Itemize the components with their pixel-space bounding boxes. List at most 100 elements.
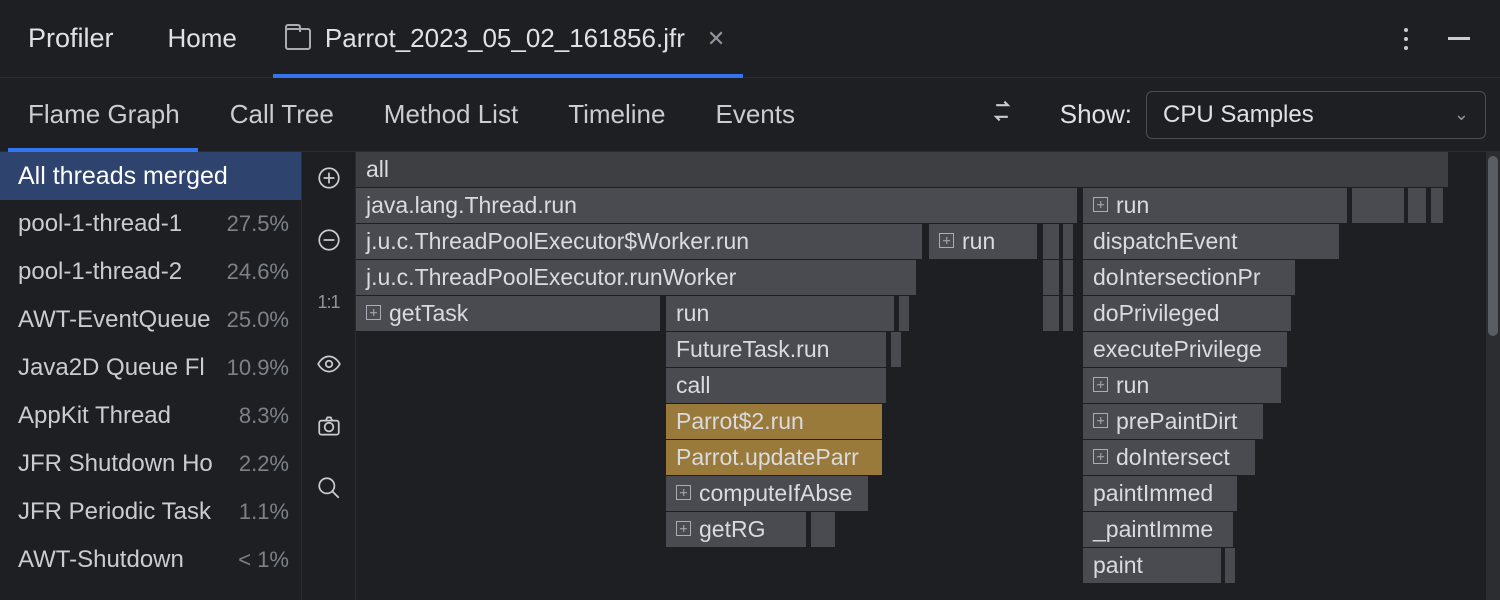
flame-frame[interactable]: doPrivileged	[1083, 296, 1293, 331]
expand-plus-icon	[1093, 377, 1108, 392]
flame-frame[interactable]: Parrot.updateParr	[666, 440, 884, 475]
flame-frame[interactable]	[1063, 296, 1075, 331]
flame-frame[interactable]: paint	[1083, 548, 1223, 583]
thread-percent: 27.5%	[227, 211, 289, 237]
flame-frame[interactable]: run	[1083, 188, 1349, 223]
subtab-timeline[interactable]: Timeline	[568, 78, 665, 151]
thread-row[interactable]: AWT-EventQueue 25.0%	[0, 296, 301, 344]
thread-name: AWT-EventQueue	[18, 306, 211, 334]
flame-frame[interactable]: prePaintDirt	[1083, 404, 1265, 439]
thread-name: All threads merged	[18, 162, 228, 191]
thread-row[interactable]: pool-1-thread-224.6%	[0, 248, 301, 296]
flame-frame-label: Parrot.updateParr	[676, 444, 859, 470]
scrollbar-thumb[interactable]	[1488, 156, 1498, 336]
flame-frame-label: dispatchEvent	[1093, 228, 1237, 254]
thread-name: Java2D Queue Fl	[18, 354, 205, 382]
thread-row[interactable]: Java2D Queue Fl10.9%	[0, 344, 301, 392]
subtab-events[interactable]: Events	[715, 78, 795, 151]
thread-row[interactable]: AppKit Thread8.3%	[0, 392, 301, 440]
show-dropdown-value: CPU Samples	[1163, 101, 1314, 129]
flame-frame[interactable]: Parrot$2.run	[666, 404, 884, 439]
minimize-button[interactable]	[1448, 37, 1470, 40]
collapse-icon[interactable]	[313, 224, 345, 256]
flame-frame[interactable]: j.u.c.ThreadPoolExecutor$Worker.run	[356, 224, 924, 259]
eye-icon[interactable]	[313, 348, 345, 380]
flame-frame[interactable]	[899, 296, 911, 331]
thread-row[interactable]: JFR Shutdown Ho2.2%	[0, 440, 301, 488]
flame-frame[interactable]: getTask	[356, 296, 662, 331]
flame-frame-label: run	[962, 228, 995, 254]
flame-frame[interactable]: doIntersectionPr	[1083, 260, 1297, 295]
flame-frame[interactable]: _paintImme	[1083, 512, 1235, 547]
flame-frame[interactable]	[1352, 188, 1406, 223]
more-menu-icon[interactable]	[1392, 28, 1420, 50]
flame-frame-label: doIntersect	[1116, 444, 1230, 470]
flame-frame[interactable]	[1043, 260, 1061, 295]
flame-frame-label: j.u.c.ThreadPoolExecutor$Worker.run	[366, 228, 749, 254]
swap-icon[interactable]	[988, 97, 1016, 132]
flame-frame-label: getTask	[389, 300, 468, 326]
thread-name: pool-1-thread-2	[18, 258, 182, 286]
flame-frame[interactable]: java.lang.Thread.run	[356, 188, 1079, 223]
flame-frame[interactable]	[1043, 224, 1061, 259]
flame-frame[interactable]	[1043, 296, 1061, 331]
flame-frame-label: all	[366, 156, 389, 182]
flame-scrollbar[interactable]	[1486, 152, 1500, 600]
close-icon[interactable]: ✕	[707, 26, 725, 52]
folder-icon	[285, 28, 311, 50]
flame-frame-label: Parrot$2.run	[676, 408, 804, 434]
flame-graph-area[interactable]: all java.lang.Thread.run j.u.c.ThreadPoolE…	[356, 152, 1500, 600]
flame-frame[interactable]: run	[1083, 368, 1283, 403]
flame-frame[interactable]: call	[666, 368, 888, 403]
tab-file-label: Parrot_2023_05_02_161856.jfr	[325, 23, 685, 54]
flame-frame-label: paintImmed	[1093, 480, 1213, 506]
flame-frame-label: call	[676, 372, 711, 398]
ratio-button[interactable]: 1:1	[313, 286, 345, 318]
flame-frame-label: paint	[1093, 552, 1143, 578]
flame-frame[interactable]	[1225, 548, 1237, 583]
thread-name: pool-1-thread-1	[18, 210, 182, 238]
flame-frame[interactable]: all	[356, 152, 1450, 187]
flame-frame[interactable]	[891, 332, 903, 367]
flame-frame-label: doPrivileged	[1093, 300, 1220, 326]
thread-percent: 25.0%	[227, 307, 289, 333]
flame-frame[interactable]	[1063, 260, 1075, 295]
flame-frame[interactable]: executePrivilege	[1083, 332, 1289, 367]
thread-row[interactable]: JFR Periodic Task1.1%	[0, 488, 301, 536]
show-dropdown[interactable]: CPU Samples ⌄	[1146, 91, 1486, 139]
flame-frame[interactable]: FutureTask.run	[666, 332, 888, 367]
subtab-call-tree[interactable]: Call Tree	[230, 78, 334, 151]
tab-home[interactable]: Home	[168, 23, 237, 54]
flame-frame[interactable]: doIntersect	[1083, 440, 1257, 475]
flame-frame[interactable]: run	[929, 224, 1039, 259]
flame-frame[interactable]: j.u.c.ThreadPoolExecutor.runWorker	[356, 260, 918, 295]
subtab-flame-graph[interactable]: Flame Graph	[28, 78, 180, 151]
flame-frame-label: _paintImme	[1093, 516, 1213, 542]
thread-name: AWT-Shutdown	[18, 546, 184, 574]
thread-row[interactable]: AWT-Shutdown< 1%	[0, 536, 301, 584]
chevron-down-icon: ⌄	[1454, 104, 1469, 125]
expand-plus-icon	[366, 305, 381, 320]
expand-icon[interactable]	[313, 162, 345, 194]
flame-frame[interactable]	[811, 512, 837, 547]
flame-frame[interactable]: computeIfAbse	[666, 476, 870, 511]
search-icon[interactable]	[313, 472, 345, 504]
flame-frame[interactable]	[1431, 188, 1445, 223]
subtab-method-list[interactable]: Method List	[384, 78, 518, 151]
expand-plus-icon	[676, 521, 691, 536]
flame-frame[interactable]	[1408, 188, 1428, 223]
thread-row[interactable]: All threads merged	[0, 152, 301, 200]
flame-frame-label: FutureTask.run	[676, 336, 829, 362]
expand-plus-icon	[939, 233, 954, 248]
flame-frame[interactable]: paintImmed	[1083, 476, 1239, 511]
flame-frame[interactable]	[1063, 224, 1075, 259]
flame-frame[interactable]: getRG	[666, 512, 808, 547]
flame-frame[interactable]: run	[666, 296, 896, 331]
thread-row[interactable]: pool-1-thread-1 27.5%	[0, 200, 301, 248]
flame-frame-label: prePaintDirt	[1116, 408, 1237, 434]
tab-file[interactable]: Parrot_2023_05_02_161856.jfr ✕	[279, 0, 731, 77]
flame-frame[interactable]: dispatchEvent	[1083, 224, 1341, 259]
camera-icon[interactable]	[313, 410, 345, 442]
show-label: Show:	[1060, 99, 1132, 130]
thread-name: JFR Shutdown Ho	[18, 450, 213, 478]
